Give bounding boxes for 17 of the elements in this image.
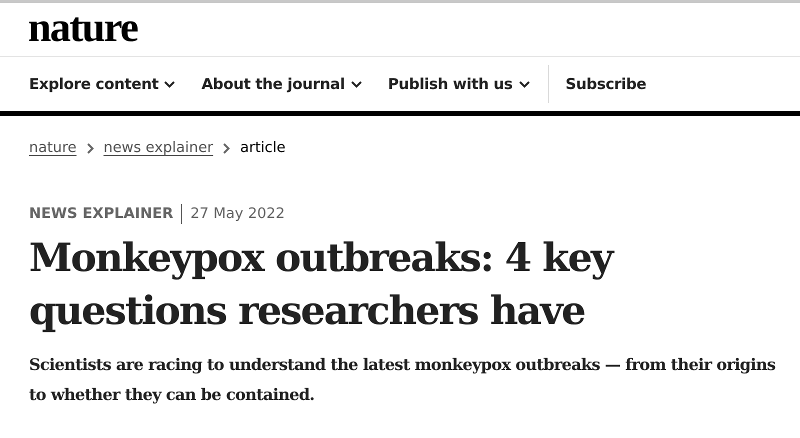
nav-link[interactable]: About the journal: [201, 75, 362, 93]
chevron-down-icon: [164, 80, 176, 88]
standfirst: Scientists are racing to understand the latest monkeypox outbreaks — from their origins to whether they can be contained.: [29, 354, 776, 406]
breadcrumb-link[interactable]: news explainer: [104, 140, 214, 156]
chevron-down-icon: [518, 80, 530, 88]
breadcrumb-link[interactable]: nature: [29, 140, 77, 156]
publish-date: 27 May 2022: [190, 206, 285, 222]
nav-link[interactable]: Explore content: [29, 75, 176, 93]
current-page-label: article: [240, 140, 286, 156]
site-logo[interactable]: nature: [28, 6, 138, 48]
article-type: NEWS EXPLAINER: [29, 206, 174, 222]
chevron-down-icon: [350, 80, 362, 88]
nav-link[interactable]: Publish with us: [388, 75, 530, 93]
chevron-right-icon: [86, 142, 94, 154]
nav-link[interactable]: Subscribe: [566, 75, 646, 93]
article-title: Monkeypox outbreaks: 4 key questions researchers have: [29, 234, 615, 336]
chevron-right-icon: [223, 142, 230, 154]
